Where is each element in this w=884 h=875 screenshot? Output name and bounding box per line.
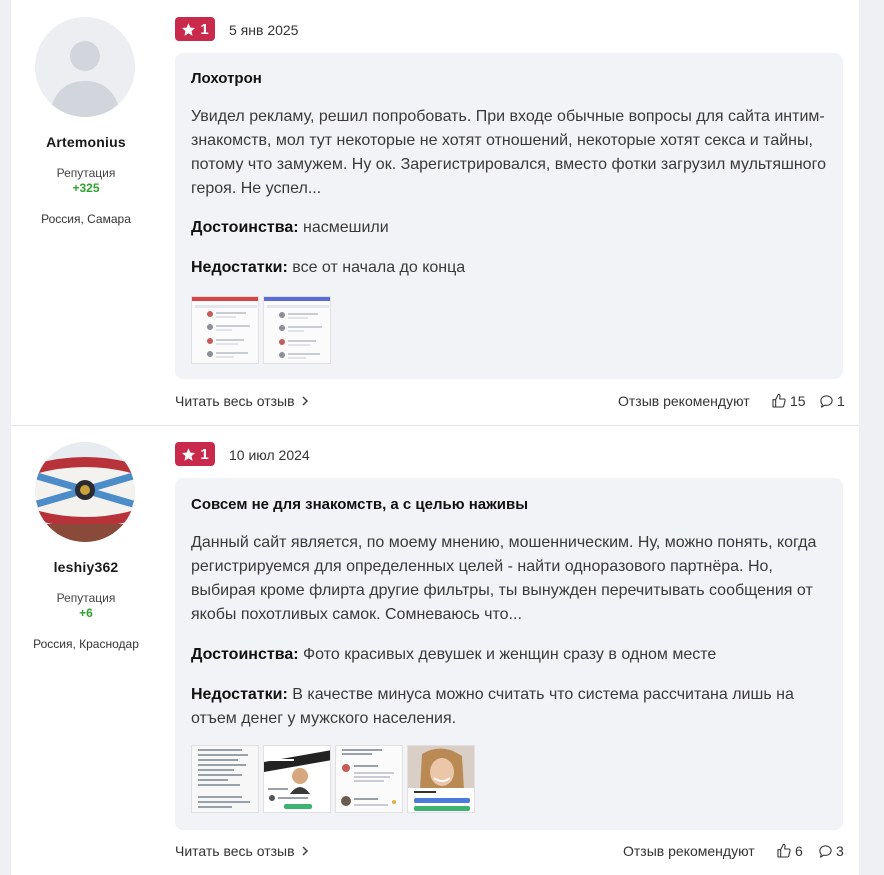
review-pros: Достоинства: Фото красивых девушек и жен… bbox=[191, 643, 831, 667]
read-more-label: Читать весь отзыв bbox=[175, 843, 295, 859]
user-avatar[interactable] bbox=[35, 17, 135, 117]
review-date: 5 янв 2025 bbox=[229, 22, 299, 38]
review-title[interactable]: Совсем не для знакомств, а с целью нажив… bbox=[191, 496, 528, 513]
recommend-label: Отзыв рекомендуют bbox=[618, 393, 750, 409]
review-card: Совсем не для знакомств, а с целью нажив… bbox=[175, 478, 843, 830]
pros-label: Достоинства: bbox=[191, 646, 299, 663]
cons-label: Недостатки: bbox=[191, 686, 288, 703]
thumbs-up-icon bbox=[772, 393, 786, 408]
rating-value: 1 bbox=[200, 20, 209, 38]
review-photo[interactable] bbox=[335, 745, 403, 813]
review-pros: Достоинства: насмешили bbox=[191, 216, 831, 240]
pros-label: Достоинства: bbox=[191, 219, 299, 236]
pros-text: Фото красивых девушек и женщин сразу в о… bbox=[303, 646, 717, 663]
like-button[interactable]: 6 bbox=[776, 843, 803, 859]
rating-value: 1 bbox=[200, 445, 209, 463]
like-button[interactable]: 15 bbox=[771, 393, 806, 409]
chevron-right-icon bbox=[302, 846, 308, 856]
comment-icon bbox=[819, 844, 832, 858]
review-item: leshiy362 Репутация +6 Россия, Краснодар… bbox=[11, 426, 859, 875]
review-photo[interactable] bbox=[263, 745, 331, 813]
read-full-review-link[interactable]: Читать весь отзыв bbox=[175, 393, 309, 409]
reviews-list: Artemonius Репутация +325 Россия, Самара… bbox=[11, 0, 859, 875]
review-date: 10 июл 2024 bbox=[229, 447, 310, 463]
read-full-review-link[interactable]: Читать весь отзыв bbox=[175, 843, 309, 859]
pros-text: насмешили bbox=[303, 219, 389, 236]
username[interactable]: Artemonius bbox=[11, 134, 161, 150]
likes-count: 6 bbox=[795, 843, 803, 859]
thumbs-up-icon bbox=[777, 843, 791, 858]
comments-count: 1 bbox=[837, 393, 845, 409]
rating-badge: 1 bbox=[175, 17, 215, 41]
reputation-value: +325 bbox=[72, 181, 100, 195]
reputation-value: +6 bbox=[79, 606, 93, 620]
review-text: Увидел рекламу, решил попробовать. При в… bbox=[191, 108, 826, 197]
review-card: Лохотрон Увидел рекламу, решил попробова… bbox=[175, 53, 843, 379]
username[interactable]: leshiy362 bbox=[11, 559, 161, 575]
review-text: Данный сайт является, по моему мнению, м… bbox=[191, 534, 817, 623]
comments-button[interactable]: 1 bbox=[819, 393, 845, 409]
review-cons: Недостатки: все от начала до конца bbox=[191, 256, 831, 280]
rating-badge: 1 bbox=[175, 442, 215, 466]
review-title[interactable]: Лохотрон bbox=[191, 70, 262, 87]
comments-button[interactable]: 3 bbox=[818, 843, 844, 859]
likes-count: 15 bbox=[790, 393, 806, 409]
user-location: Россия, Краснодар bbox=[33, 637, 139, 651]
default-avatar-icon bbox=[35, 17, 135, 117]
reputation-label: Репутация bbox=[56, 591, 116, 605]
star-icon bbox=[182, 22, 196, 36]
user-avatar[interactable] bbox=[35, 442, 135, 542]
review-item: Artemonius Репутация +325 Россия, Самара… bbox=[11, 0, 859, 425]
star-icon bbox=[182, 447, 196, 461]
review-photo[interactable] bbox=[407, 745, 475, 813]
read-more-label: Читать весь отзыв bbox=[175, 393, 295, 409]
comments-count: 3 bbox=[836, 843, 844, 859]
reputation-label: Репутация bbox=[56, 166, 116, 180]
review-cons: Недостатки: В качестве минуса можно счит… bbox=[191, 683, 831, 731]
review-photo[interactable] bbox=[263, 296, 331, 364]
user-photo-avatar bbox=[35, 442, 135, 542]
cons-label: Недостатки: bbox=[191, 259, 288, 276]
user-location: Россия, Самара bbox=[41, 212, 131, 226]
comment-icon bbox=[820, 394, 833, 408]
cons-text: все от начала до конца bbox=[292, 259, 466, 276]
chevron-right-icon bbox=[302, 396, 308, 406]
review-photo[interactable] bbox=[191, 745, 259, 813]
review-photo[interactable] bbox=[191, 296, 259, 364]
recommend-label: Отзыв рекомендуют bbox=[623, 843, 755, 859]
